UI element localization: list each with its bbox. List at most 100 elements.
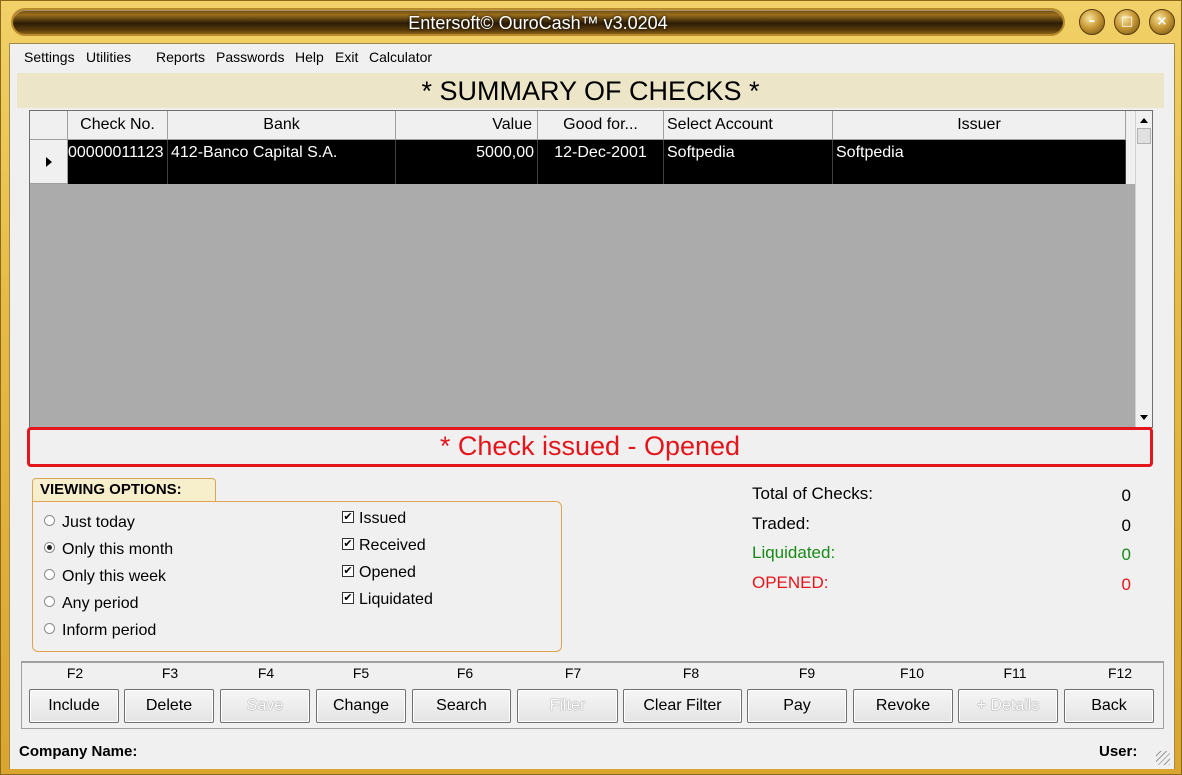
fkey-label: F4 bbox=[257, 665, 275, 681]
fkey-label: F5 bbox=[352, 665, 370, 681]
window-title: Entersoft© OuroCash™ v3.0204 bbox=[408, 13, 668, 33]
radio-inform-period[interactable]: Inform period bbox=[44, 622, 156, 640]
page-title: * SUMMARY OF CHECKS * bbox=[17, 73, 1164, 108]
column-header-value[interactable]: Value bbox=[396, 111, 538, 140]
current-row-icon bbox=[46, 157, 52, 167]
fkey-label: F6 bbox=[456, 665, 474, 681]
checkbox-issued[interactable]: ✔ Issued bbox=[342, 510, 406, 528]
radio-label: Inform period bbox=[62, 622, 157, 639]
check-status-banner: * Check issued - Opened bbox=[27, 427, 1153, 467]
checkbox-label: Received bbox=[359, 537, 426, 554]
column-header-good-for[interactable]: Good for... bbox=[538, 111, 664, 140]
viewing-options-title: VIEWING OPTIONS: bbox=[32, 478, 216, 502]
scroll-up-icon[interactable] bbox=[1140, 118, 1148, 123]
menu-reports[interactable]: Reports bbox=[156, 49, 205, 65]
cell-value[interactable]: 5000,00 bbox=[396, 140, 538, 184]
column-header-select-account[interactable]: Select Account bbox=[664, 111, 833, 140]
checkbox-label: Liquidated bbox=[359, 591, 433, 608]
radio-button[interactable] bbox=[44, 569, 55, 581]
radio-button-selected[interactable] bbox=[44, 542, 55, 554]
checkbox-liquidated[interactable]: ✔ Liquidated bbox=[342, 591, 433, 609]
checkbox-label: Issued bbox=[359, 510, 407, 527]
opened-value: 0 bbox=[1121, 575, 1131, 594]
radio-button[interactable] bbox=[44, 596, 55, 608]
checks-grid[interactable]: Check No. Bank Value Good for... Select … bbox=[29, 110, 1153, 428]
fkey-label: F10 bbox=[899, 665, 925, 681]
radio-label: Only this week bbox=[62, 568, 167, 585]
grid-corner bbox=[30, 111, 68, 140]
opened-label: OPENED: bbox=[752, 573, 829, 592]
change-button[interactable]: Change bbox=[316, 689, 406, 723]
checkbox-received[interactable]: ✔ Received bbox=[342, 537, 426, 555]
menu-settings[interactable]: Settings bbox=[24, 49, 75, 65]
column-header-issuer[interactable]: Issuer bbox=[833, 111, 1126, 140]
delete-button[interactable]: Delete bbox=[124, 689, 214, 723]
filter-button[interactable]: Filter bbox=[517, 689, 618, 723]
checkbox-checked-icon[interactable]: ✔ bbox=[342, 510, 354, 523]
checkbox-checked-icon[interactable]: ✔ bbox=[342, 537, 354, 550]
radio-any-period[interactable]: Any period bbox=[44, 595, 139, 613]
fkey-label: F12 bbox=[1107, 665, 1133, 681]
radio-only-this-month[interactable]: Only this month bbox=[44, 541, 173, 559]
checkbox-checked-icon[interactable]: ✔ bbox=[342, 591, 354, 604]
radio-label: Any period bbox=[62, 595, 139, 612]
restore-icon[interactable]: □ bbox=[1114, 9, 1140, 35]
vertical-scrollbar[interactable] bbox=[1135, 111, 1152, 427]
menu-exit[interactable]: Exit bbox=[335, 49, 358, 65]
column-header-bank[interactable]: Bank bbox=[168, 111, 396, 140]
fkey-label: F7 bbox=[564, 665, 582, 681]
grid-header: Check No. Bank Value Good for... Select … bbox=[30, 111, 1126, 140]
radio-just-today[interactable]: Just today bbox=[44, 514, 135, 532]
column-header-check-no[interactable]: Check No. bbox=[68, 111, 168, 140]
cell-account[interactable]: Softpedia bbox=[664, 140, 833, 184]
traded-value: 0 bbox=[1121, 516, 1131, 535]
menu-bar: Settings Utilities Reports Passwords Hel… bbox=[10, 44, 1174, 72]
include-button[interactable]: Include bbox=[29, 689, 119, 723]
clear-filter-button[interactable]: Clear Filter bbox=[623, 689, 742, 723]
checkbox-opened[interactable]: ✔ Opened bbox=[342, 564, 416, 582]
revoke-button[interactable]: Revoke bbox=[853, 689, 953, 723]
total-checks-value: 0 bbox=[1121, 486, 1131, 505]
app-window: Entersoft© OuroCash™ v3.0204 – □ × Setti… bbox=[0, 0, 1182, 775]
grid-empty-area bbox=[30, 184, 1136, 427]
close-icon[interactable]: × bbox=[1149, 9, 1175, 35]
menu-passwords[interactable]: Passwords bbox=[216, 49, 284, 65]
cell-issuer[interactable]: Softpedia bbox=[833, 140, 1126, 184]
liquidated-label: Liquidated: bbox=[752, 543, 836, 562]
minimize-icon[interactable]: – bbox=[1079, 9, 1105, 35]
menu-utilities[interactable]: Utilities bbox=[86, 49, 131, 65]
details-button[interactable]: + Details bbox=[958, 689, 1058, 723]
radio-button[interactable] bbox=[44, 623, 55, 635]
cell-check-no[interactable]: 00000011123 bbox=[68, 140, 168, 184]
fkey-label: F2 bbox=[66, 665, 84, 681]
scroll-down-icon[interactable] bbox=[1140, 415, 1148, 420]
checkbox-checked-icon[interactable]: ✔ bbox=[342, 564, 354, 577]
user-label: User: bbox=[1099, 743, 1138, 760]
menu-calculator[interactable]: Calculator bbox=[369, 49, 432, 65]
save-button[interactable]: Save bbox=[220, 689, 310, 723]
cell-bank[interactable]: 412-Banco Capital S.A. bbox=[168, 140, 396, 184]
status-bar: Company Name: User: bbox=[10, 739, 1174, 769]
resize-grip-icon[interactable] bbox=[1156, 751, 1170, 765]
function-key-bar: F2 F3 F4 F5 F6 F7 F8 F9 F10 F11 F12 Incl… bbox=[21, 661, 1164, 729]
liquidated-value: 0 bbox=[1121, 545, 1131, 564]
cell-good-for[interactable]: 12-Dec-2001 bbox=[538, 140, 664, 184]
search-button[interactable]: Search bbox=[412, 689, 511, 723]
fkey-label: F8 bbox=[682, 665, 700, 681]
traded-label: Traded: bbox=[752, 514, 810, 533]
scroll-thumb[interactable] bbox=[1137, 128, 1151, 144]
pay-button[interactable]: Pay bbox=[747, 689, 847, 723]
title-bar[interactable]: Entersoft© OuroCash™ v3.0204 bbox=[11, 8, 1065, 36]
radio-only-this-week[interactable]: Only this week bbox=[44, 568, 166, 586]
total-checks-label: Total of Checks: bbox=[752, 484, 873, 503]
fkey-label: F9 bbox=[798, 665, 816, 681]
fkey-label: F3 bbox=[161, 665, 179, 681]
back-button[interactable]: Back bbox=[1064, 689, 1154, 723]
radio-label: Just today bbox=[62, 514, 135, 531]
menu-help[interactable]: Help bbox=[295, 49, 324, 65]
client-area: Settings Utilities Reports Passwords Hel… bbox=[9, 43, 1175, 769]
company-name-label: Company Name: bbox=[19, 743, 138, 760]
row-selector[interactable] bbox=[30, 140, 68, 184]
radio-button[interactable] bbox=[44, 515, 55, 527]
radio-label: Only this month bbox=[62, 541, 174, 558]
